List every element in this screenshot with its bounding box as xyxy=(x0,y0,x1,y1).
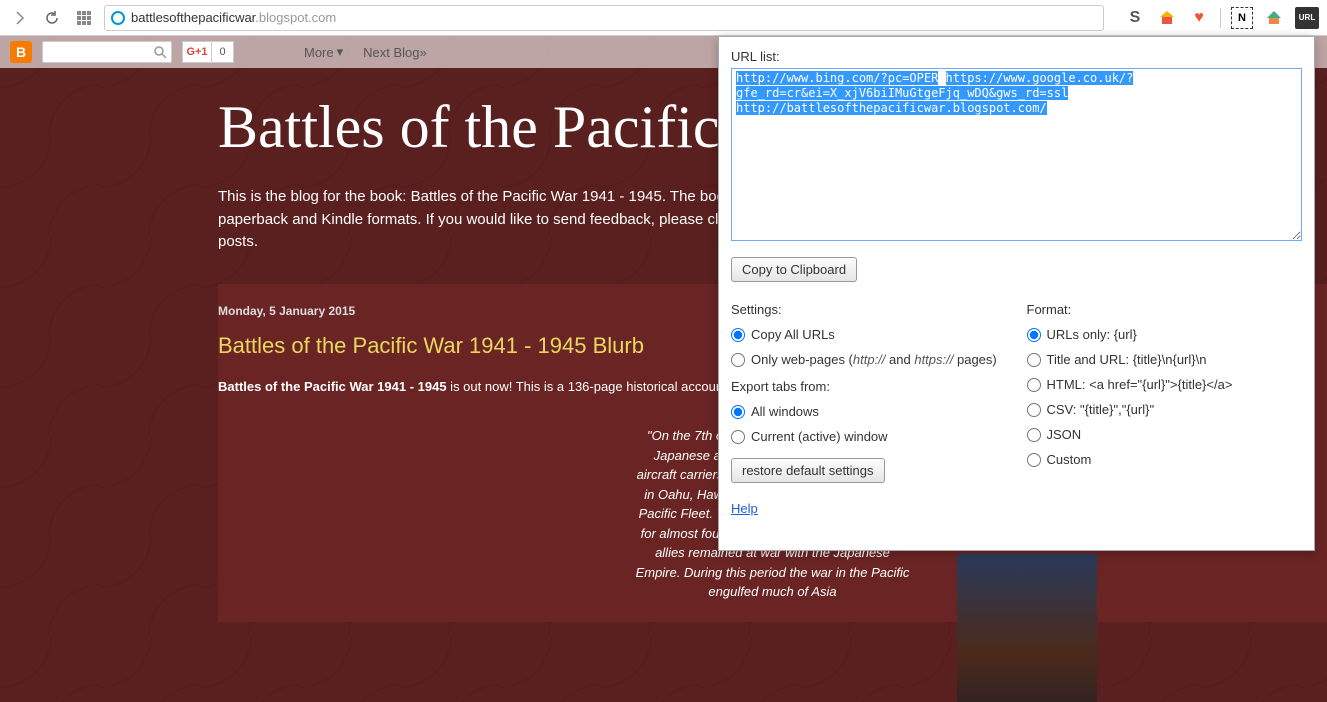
radio-fmt-html-label: HTML: <a href="{url}">{title}</a> xyxy=(1047,377,1233,392)
ext-icon-home[interactable] xyxy=(1263,7,1285,29)
settings-col-right: Format: URLs only: {url} Title and URL: … xyxy=(1027,302,1303,516)
radio-fmt-title[interactable]: Title and URL: {title}\n{url}\n xyxy=(1027,352,1303,367)
copy-urls-popup: URL list: http://www.bing.com/?pc=OPER h… xyxy=(718,36,1315,551)
format-heading: Format: xyxy=(1027,302,1303,317)
radio-only-web[interactable]: Only web-pages (http:// and https:// pag… xyxy=(731,352,1007,367)
radio-only-web-label: Only web-pages (http:// and https:// pag… xyxy=(751,352,997,367)
radio-current-window-input[interactable] xyxy=(731,430,745,444)
next-blog-link[interactable]: Next Blog» xyxy=(363,45,427,60)
radio-fmt-csv-label: CSV: "{title}","{url}" xyxy=(1047,402,1155,417)
radio-only-web-input[interactable] xyxy=(731,353,745,367)
radio-all-windows-label: All windows xyxy=(751,404,819,419)
post-lead-bold: Battles of the Pacific War 1941 - 1945 xyxy=(218,379,447,394)
url-line-2: http://battlesofthepacificwar.blogspot.c… xyxy=(736,101,1047,115)
radio-fmt-urls-label: URLs only: {url} xyxy=(1047,327,1137,342)
gplus-button[interactable]: G+1 0 xyxy=(182,41,234,63)
url-line-0: http://www.bing.com/?pc=OPER xyxy=(736,71,938,85)
gplus-count: 0 xyxy=(212,41,234,63)
radio-fmt-json-label: JSON xyxy=(1047,427,1082,442)
gplus-label: G+1 xyxy=(182,41,212,63)
blogger-search-input[interactable] xyxy=(42,41,172,63)
help-link[interactable]: Help xyxy=(731,501,758,516)
site-info-icon[interactable] xyxy=(111,11,125,25)
radio-fmt-csv[interactable]: CSV: "{title}","{url}" xyxy=(1027,402,1303,417)
settings-col-left: Settings: Copy All URLs Only web-pages (… xyxy=(731,302,1007,516)
radio-fmt-custom-input[interactable] xyxy=(1027,453,1041,467)
blogger-logo-icon[interactable]: B xyxy=(10,41,32,63)
ext-icon-2[interactable] xyxy=(1156,7,1178,29)
radio-fmt-title-label: Title and URL: {title}\n{url}\n xyxy=(1047,352,1207,367)
radio-all-windows[interactable]: All windows xyxy=(731,404,1007,419)
radio-current-window[interactable]: Current (active) window xyxy=(731,429,1007,444)
url-list-textarea[interactable]: http://www.bing.com/?pc=OPER https://www… xyxy=(731,68,1302,241)
restore-defaults-button[interactable]: restore default settings xyxy=(731,458,885,483)
ext-icon-1[interactable]: S xyxy=(1124,7,1146,29)
extension-icons: S ♥ N URL xyxy=(1124,7,1319,29)
browser-toolbar: battlesofthepacificwar.blogspot.com S ♥ … xyxy=(0,0,1327,36)
settings-heading: Settings: xyxy=(731,302,1007,317)
speed-dial-button[interactable] xyxy=(72,6,96,30)
settings-area: Settings: Copy All URLs Only web-pages (… xyxy=(731,302,1302,516)
radio-copy-all[interactable]: Copy All URLs xyxy=(731,327,1007,342)
radio-all-windows-input[interactable] xyxy=(731,405,745,419)
radio-copy-all-input[interactable] xyxy=(731,328,745,342)
radio-fmt-csv-input[interactable] xyxy=(1027,403,1041,417)
radio-fmt-json-input[interactable] xyxy=(1027,428,1041,442)
radio-fmt-custom[interactable]: Custom xyxy=(1027,452,1303,467)
favorite-icon[interactable]: ♥ xyxy=(1188,7,1210,29)
export-heading: Export tabs from: xyxy=(731,379,1007,394)
radio-fmt-urls-input[interactable] xyxy=(1027,328,1041,342)
address-bar[interactable]: battlesofthepacificwar.blogspot.com xyxy=(104,5,1104,31)
radio-fmt-json[interactable]: JSON xyxy=(1027,427,1303,442)
radio-fmt-urls[interactable]: URLs only: {url} xyxy=(1027,327,1303,342)
sidebar-book-cover[interactable]: Matthew Adams xyxy=(957,554,1097,702)
radio-fmt-html-input[interactable] xyxy=(1027,378,1041,392)
separator xyxy=(1220,8,1221,28)
radio-fmt-html[interactable]: HTML: <a href="{url}">{title}</a> xyxy=(1027,377,1303,392)
copy-urls-ext-icon[interactable]: URL xyxy=(1295,7,1319,29)
radio-fmt-title-input[interactable] xyxy=(1027,353,1041,367)
search-icon xyxy=(153,45,167,59)
copy-clipboard-button[interactable]: Copy to Clipboard xyxy=(731,257,857,282)
radio-fmt-custom-label: Custom xyxy=(1047,452,1092,467)
url-text: battlesofthepacificwar.blogspot.com xyxy=(131,10,336,25)
radio-current-window-label: Current (active) window xyxy=(751,429,888,444)
more-label: More xyxy=(304,45,334,60)
reload-button[interactable] xyxy=(40,6,64,30)
forward-button[interactable] xyxy=(8,6,32,30)
url-list-label: URL list: xyxy=(731,49,1302,64)
ext-icon-n[interactable]: N xyxy=(1231,7,1253,29)
chevron-down-icon: ▾ xyxy=(337,44,344,60)
radio-copy-all-label: Copy All URLs xyxy=(751,327,835,342)
more-menu[interactable]: More ▾ xyxy=(304,44,343,60)
